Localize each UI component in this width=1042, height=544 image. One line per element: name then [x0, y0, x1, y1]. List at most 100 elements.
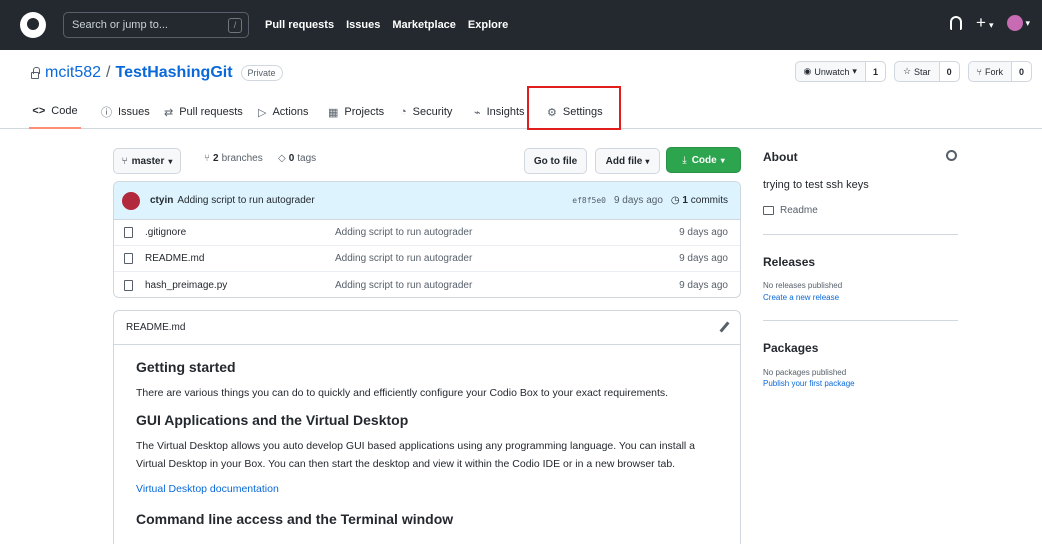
latest-commit-row: ctyin Adding script to run autograder ef… [114, 182, 740, 220]
book-icon [763, 206, 774, 215]
star-count[interactable]: 0 [938, 62, 959, 81]
repo-actions: ◉ Unwatch ▾ 1 ☆ Star 0 ⑂ Fork 0 [794, 61, 1032, 82]
readme-sidebar-link[interactable]: Readme [763, 205, 818, 216]
divider [763, 320, 958, 321]
tag-icon: ◇ [278, 153, 286, 164]
nav-pull-requests[interactable]: Pull requests [265, 19, 334, 31]
commit-message[interactable]: Adding script to run autograder [177, 195, 314, 206]
shield-icon: ◔ [400, 106, 407, 118]
file-row: README.md Adding script to run autograde… [114, 246, 740, 272]
packages-heading[interactable]: Packages [763, 341, 818, 355]
readme-heading: Command line access and the Terminal win… [136, 511, 454, 527]
file-name[interactable]: hash_preimage.py [145, 280, 335, 291]
tab-insights[interactable]: ⌁ Insights [474, 95, 525, 129]
file-commit-message[interactable]: Adding script to run autograder [335, 253, 472, 264]
pencil-icon[interactable] [719, 321, 730, 333]
avatar[interactable] [122, 191, 140, 210]
chevron-down-icon: ▾ [720, 155, 725, 165]
tab-label: Code [51, 105, 78, 117]
nav-issues[interactable]: Issues [346, 19, 380, 31]
add-file-button[interactable]: Add file ▾ [595, 148, 660, 174]
fork-button[interactable]: ⑂ Fork 0 [967, 61, 1032, 82]
file-row: .gitignore Adding script to run autograd… [114, 220, 740, 246]
repo-owner-link[interactable]: mcit582 [45, 64, 101, 82]
visibility-badge: Private [240, 65, 283, 81]
bell-icon[interactable] [949, 16, 962, 30]
packages-empty-text: No packages published [763, 368, 847, 377]
file-row: hash_preimage.py Adding script to run au… [114, 272, 740, 297]
tags-link[interactable]: ◇ 0 tags [278, 153, 316, 164]
tab-label: Security [412, 106, 453, 118]
repo-name-link[interactable]: TestHashingGit [115, 64, 232, 82]
about-heading: About [763, 150, 798, 164]
search-input[interactable]: Search or jump to... / [63, 12, 249, 38]
go-to-file-button[interactable]: Go to file [524, 148, 587, 174]
unwatch-button[interactable]: ◉ Unwatch ▾ 1 [794, 61, 886, 82]
readme-sidebar-label: Readme [780, 205, 818, 216]
play-icon: ▷ [258, 106, 267, 119]
code-button[interactable]: ⤓ Code ▾ [666, 147, 741, 173]
chevron-down-icon: ▾ [645, 156, 650, 166]
issue-icon: ⓘ [101, 107, 112, 119]
tab-code[interactable]: <> Code [29, 95, 81, 129]
pull-request-icon: ⇄ [164, 106, 174, 119]
branch-select-button[interactable]: ⑂ master ▾ [113, 148, 181, 174]
user-menu[interactable]: ▾ [1007, 15, 1030, 31]
gear-icon[interactable] [946, 150, 957, 161]
project-icon: ▦ [328, 106, 339, 119]
readme-content: Getting started There are various things… [114, 345, 740, 544]
tab-label: Actions [272, 106, 309, 118]
branch-icon: ⑂ [121, 155, 128, 167]
settings-highlight-box [527, 86, 621, 130]
releases-empty-text: No releases published [763, 281, 843, 290]
star-button[interactable]: ☆ Star 0 [893, 61, 960, 82]
file-name[interactable]: README.md [145, 253, 335, 264]
nav-marketplace[interactable]: Marketplace [392, 19, 456, 31]
watch-count[interactable]: 1 [864, 62, 885, 81]
file-list: ctyin Adding script to run autograder ef… [113, 181, 741, 298]
branch-icon: ⑂ [204, 153, 210, 164]
commit-sha[interactable]: ef8f5e0 [572, 196, 606, 205]
global-nav: Pull requests Issues Marketplace Explore [265, 19, 508, 31]
releases-heading[interactable]: Releases [763, 255, 815, 269]
tab-actions[interactable]: ▷ Actions [258, 95, 309, 129]
publish-package-link[interactable]: Publish your first package [763, 379, 855, 388]
branches-count: 2 [213, 153, 219, 164]
file-commit-message[interactable]: Adding script to run autograder [335, 227, 472, 238]
tab-label: Pull requests [179, 106, 243, 118]
commits-link[interactable]: ◷ 1 commits [671, 195, 728, 206]
tab-issues[interactable]: ⓘ Issues [101, 95, 150, 129]
search-placeholder: Search or jump to... [72, 19, 168, 31]
tab-pull-requests[interactable]: ⇄ Pull requests [164, 95, 243, 129]
file-age: 9 days ago [679, 279, 728, 291]
branches-link[interactable]: ⑂ 2 branches [204, 153, 263, 164]
readme-heading: GUI Applications and the Virtual Desktop [136, 412, 409, 428]
file-age: 9 days ago [679, 227, 728, 238]
file-name[interactable]: .gitignore [145, 227, 335, 238]
graph-icon: ⌁ [474, 106, 481, 119]
commits-count: 1 [682, 195, 688, 206]
file-commit-message[interactable]: Adding script to run autograder [335, 280, 472, 291]
create-new-menu[interactable]: + ▾ [976, 14, 994, 31]
nav-explore[interactable]: Explore [468, 19, 508, 31]
tab-security[interactable]: ◔ Security [400, 95, 452, 129]
divider [763, 234, 958, 235]
chevron-down-icon: ▾ [988, 19, 994, 30]
create-release-link[interactable]: Create a new release [763, 293, 839, 302]
code-icon: <> [32, 105, 46, 117]
branches-label: branches [221, 153, 263, 164]
commit-author[interactable]: ctyin [150, 195, 173, 206]
fork-label: Fork [984, 66, 1003, 77]
avatar [1007, 15, 1024, 31]
file-age: 9 days ago [679, 253, 728, 264]
repo-separator: / [106, 64, 111, 81]
github-logo-icon[interactable] [20, 12, 46, 38]
tab-projects[interactable]: ▦ Projects [328, 95, 384, 129]
slash-shortcut-badge: / [228, 17, 242, 33]
readme-panel: README.md Getting started There are vari… [113, 310, 741, 544]
readme-filename[interactable]: README.md [126, 322, 185, 333]
fork-count[interactable]: 0 [1010, 62, 1031, 81]
tab-label: Issues [118, 106, 150, 118]
commit-age: 9 days ago [613, 195, 663, 206]
readme-link[interactable]: Virtual Desktop documentation [136, 483, 718, 495]
